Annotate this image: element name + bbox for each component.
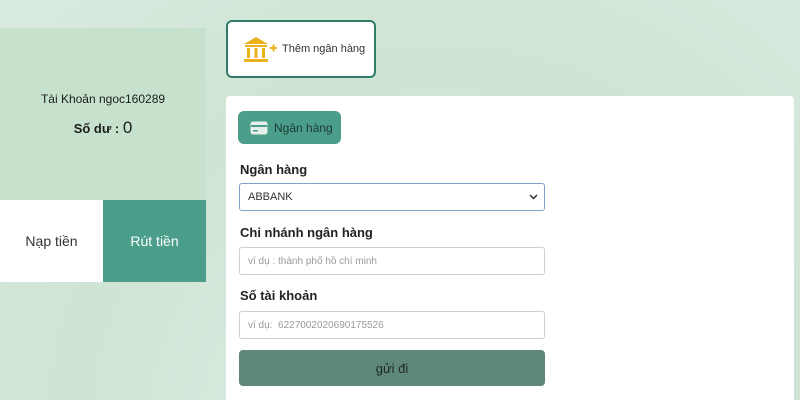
tab-withdraw[interactable]: Rút tiền [103,200,206,282]
bank-card-icon [250,121,268,134]
bank-section-tab[interactable]: Ngân hàng [238,111,341,144]
bank-add-icon [244,37,277,62]
balance: Số dư : 0 [0,118,206,138]
account-sidebar: Tài Khoản ngoc160289 Số dư : 0 Nạp tiền … [0,28,206,282]
account-info-box: Tài Khoản ngoc160289 Số dư : 0 [0,28,206,200]
branch-field-label: Chi nhánh ngân hàng [240,225,373,240]
withdraw-form: Ngân hàng Ngân hàng ABBANK Chi nhánh ngâ… [226,96,794,400]
submit-button[interactable]: gửi đi [239,350,545,386]
bank-select[interactable]: ABBANK [239,183,545,211]
account-number-label: Số tài khoản [240,288,318,303]
transaction-tabs: Nạp tiền Rút tiền [0,200,206,282]
tab-deposit[interactable]: Nạp tiền [0,200,103,282]
bank-select-value: ABBANK [248,191,293,203]
add-bank-label: Thêm ngân hàng [282,43,366,55]
account-number-input[interactable] [239,311,545,339]
balance-label: Số dư : [73,121,123,136]
balance-value: 0 [122,118,133,137]
add-bank-button[interactable]: Thêm ngân hàng [226,20,376,78]
bank-section-label: Ngân hàng [274,120,333,135]
branch-input[interactable] [239,247,545,275]
bank-field-label: Ngân hàng [240,162,308,177]
chevron-down-icon [529,194,538,200]
account-name: Tài Khoản ngoc160289 [40,92,166,106]
